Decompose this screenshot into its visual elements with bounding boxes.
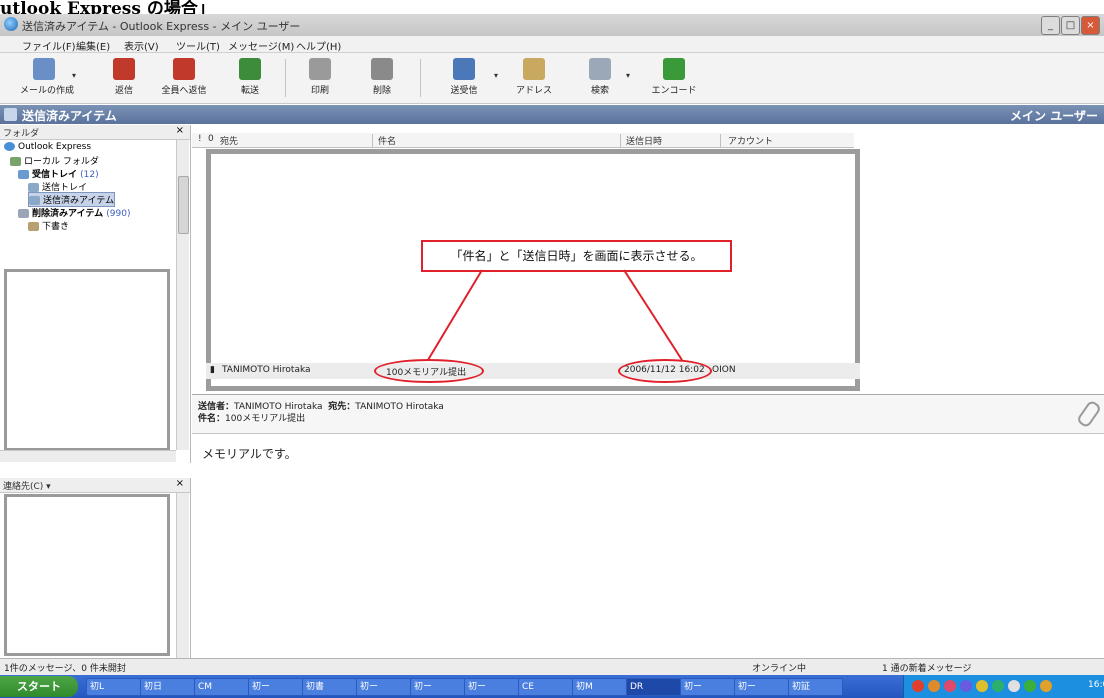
tray-icon[interactable]	[928, 680, 940, 692]
taskbar: スタート 初L 初日 CM 初ー 初書 初ー 初ー 初ー CE 初M DR 初ー…	[0, 675, 1104, 698]
taskbar-item[interactable]: 初ー	[248, 678, 303, 696]
taskbar-item[interactable]: 初書	[302, 678, 357, 696]
taskbar-item[interactable]: CE	[518, 678, 573, 696]
paperclip-icon[interactable]	[1075, 399, 1103, 429]
status-online: オンライン中	[752, 664, 807, 674]
taskbar-item[interactable]: 初証	[788, 678, 843, 696]
taskbar-item[interactable]: 初ー	[464, 678, 519, 696]
system-tray: 16:0	[903, 675, 1104, 698]
taskbar-item[interactable]: 初ー	[410, 678, 465, 696]
to-label: 宛先：	[328, 402, 356, 412]
tray-icon[interactable]	[992, 680, 1004, 692]
preview-pane: 送信者：TANIMOTO Hirotaka 宛先：TANIMOTO Hirota…	[192, 394, 1104, 659]
tray-icon[interactable]	[960, 680, 972, 692]
taskbar-item[interactable]: CM	[194, 678, 249, 696]
tray-icon[interactable]	[1008, 680, 1020, 692]
taskbar-item[interactable]: 初ー	[356, 678, 411, 696]
preview-body: メモリアルです。	[202, 447, 297, 461]
preview-subject: 100メモリアル提出	[225, 414, 306, 424]
status-bar: 1件のメッセージ、0 件未開封 オンライン中 1 通の新着メッセージ	[0, 658, 1104, 675]
annotation-line-sent	[623, 269, 683, 361]
tray-icon[interactable]	[1024, 680, 1036, 692]
tray-icon[interactable]	[944, 680, 956, 692]
taskbar-item[interactable]: 初日	[140, 678, 195, 696]
preview-to: TANIMOTO Hirotaka	[355, 402, 444, 412]
tray-icon[interactable]	[1040, 680, 1052, 692]
tray-icon[interactable]	[976, 680, 988, 692]
taskbar-item[interactable]: 初M	[572, 678, 627, 696]
status-new-mail: 1 通の新着メッセージ	[882, 664, 972, 674]
taskbar-item-active[interactable]: DR	[626, 678, 681, 696]
preview-subject-line: 件名：100メモリアル提出	[198, 411, 305, 424]
subject-label: 件名：	[198, 414, 226, 424]
annotation-line-subject	[427, 269, 483, 361]
taskbar-clock: 16:0	[1088, 680, 1104, 690]
tray-icon[interactable]	[912, 680, 924, 692]
status-message-count: 1件のメッセージ、0 件未開封	[4, 664, 126, 674]
taskbar-item[interactable]: 初ー	[734, 678, 789, 696]
start-button[interactable]: スタート	[0, 676, 78, 697]
taskbar-item[interactable]: 初L	[86, 678, 141, 696]
taskbar-item[interactable]: 初ー	[680, 678, 735, 696]
preview-header: 送信者：TANIMOTO Hirotaka 宛先：TANIMOTO Hirota…	[192, 395, 1104, 434]
